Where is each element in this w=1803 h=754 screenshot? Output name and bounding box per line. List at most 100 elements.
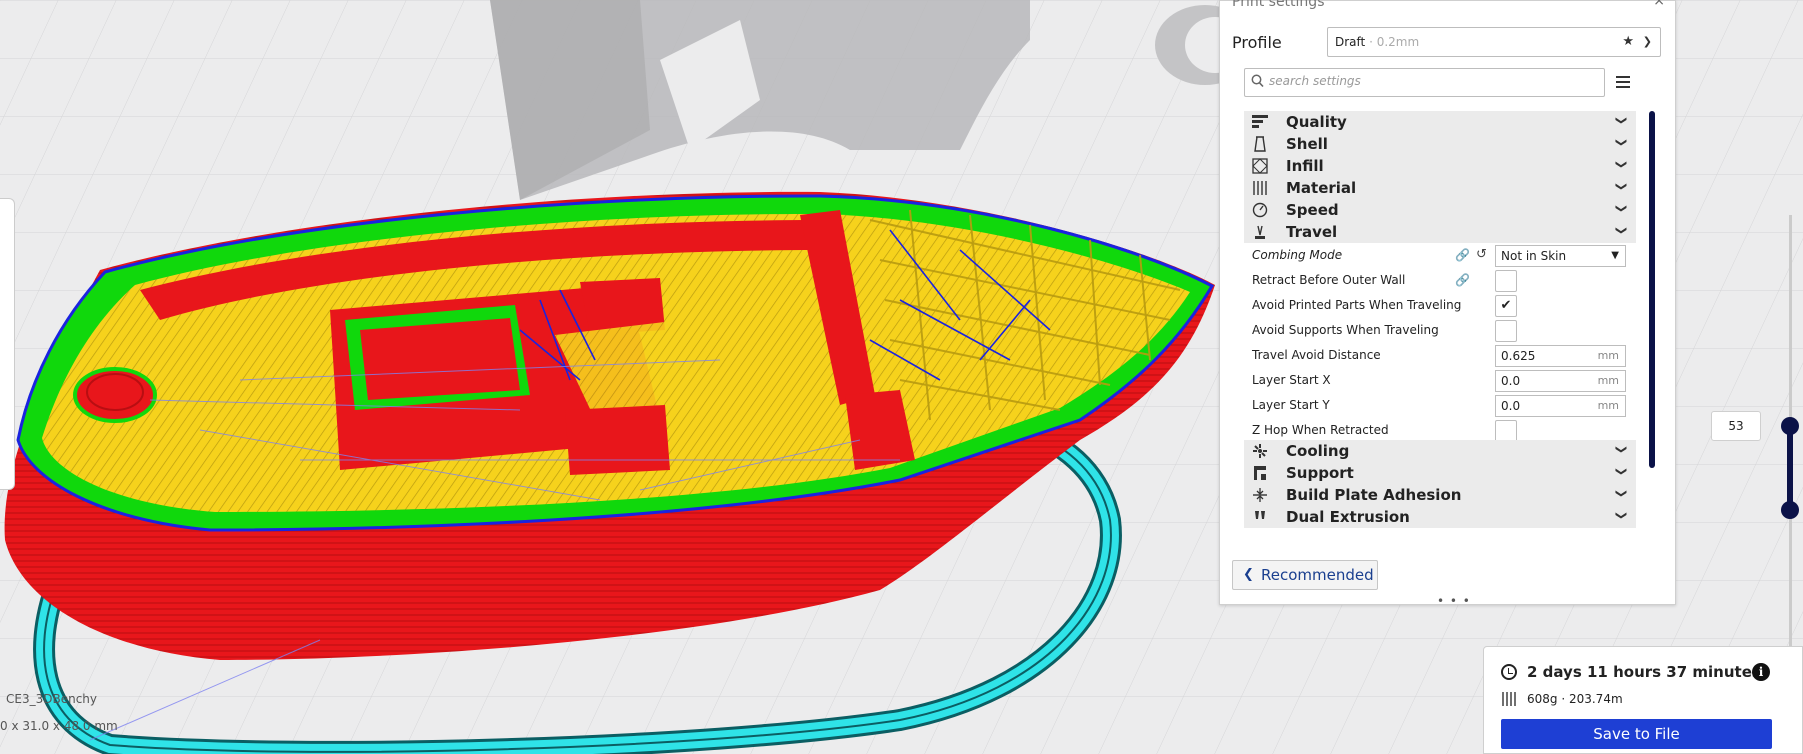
category-support[interactable]: Support ❯: [1244, 462, 1636, 484]
category-label: Support: [1286, 464, 1354, 482]
recommended-button[interactable]: ❮ Recommended: [1232, 560, 1378, 590]
setting-label: Layer Start X: [1252, 373, 1331, 387]
settings-list[interactable]: Quality ❯ Shell ❯ Infill ❯ Material ❯ Speed ❯ Trav…: [1244, 111, 1636, 544]
chevron-down-icon: ❯: [1614, 225, 1628, 236]
setting-label: Layer Start Y: [1252, 398, 1330, 412]
layer-slider-range: [1787, 426, 1793, 510]
search-icon: [1251, 74, 1264, 88]
input-value: 0.0: [1501, 399, 1521, 413]
layer-slider-bottom-handle[interactable]: [1781, 501, 1799, 519]
category-label: Shell: [1286, 135, 1328, 153]
setting-combing-mode: Combing Mode 🔗 ↺ Not in Skin ▼: [1244, 243, 1636, 268]
panel-title: Print settings: [1232, 0, 1325, 10]
speed-icon: [1252, 202, 1268, 218]
material-icon: [1252, 180, 1268, 196]
link-icon[interactable]: 🔗: [1455, 273, 1470, 287]
panel-resize-handle[interactable]: • • •: [1437, 594, 1471, 608]
search-settings[interactable]: [1244, 68, 1605, 97]
setting-number-input[interactable]: 0.625 mm: [1495, 345, 1626, 367]
chevron-down-icon: ❯: [1614, 203, 1628, 214]
infill-icon: [1252, 158, 1268, 174]
category-shell[interactable]: Shell ❯: [1244, 133, 1636, 155]
category-dual-extrusion[interactable]: Dual Extrusion ❯: [1244, 506, 1636, 528]
setting-label: Z Hop When Retracted: [1252, 423, 1389, 437]
dropdown-value: Not in Skin: [1501, 249, 1567, 263]
settings-menu-icon[interactable]: [1616, 76, 1630, 91]
print-time: 2 days 11 hours 37 minutes: [1527, 663, 1761, 681]
category-label: Dual Extrusion: [1286, 508, 1410, 526]
setting-retract-before-outer-wall: Retract Before Outer Wall 🔗: [1244, 268, 1636, 293]
category-infill[interactable]: Infill ❯: [1244, 155, 1636, 177]
setting-number-input[interactable]: 0.0 mm: [1495, 395, 1626, 417]
clock-icon: [1501, 664, 1517, 680]
left-toolbar[interactable]: [0, 198, 15, 490]
search-input[interactable]: [1267, 73, 1591, 89]
category-quality[interactable]: Quality ❯: [1244, 111, 1636, 133]
setting-checkbox[interactable]: [1495, 320, 1517, 342]
setting-checkbox[interactable]: [1495, 270, 1517, 292]
category-material[interactable]: Material ❯: [1244, 177, 1636, 199]
category-label: Travel: [1286, 223, 1338, 241]
dual-extrusion-icon: [1252, 509, 1268, 525]
unit-label: mm: [1597, 399, 1619, 412]
info-icon[interactable]: i: [1752, 663, 1770, 681]
support-icon: [1252, 465, 1268, 481]
chevron-down-icon: ❯: [1642, 35, 1652, 48]
profile-value: Draft: [1335, 35, 1366, 49]
category-label: Cooling: [1286, 442, 1350, 460]
profile-select[interactable]: Draft · 0.2mm ★ ❯: [1327, 27, 1661, 57]
object-name: CE3_3DBenchy: [6, 692, 97, 706]
setting-label: Retract Before Outer Wall: [1252, 273, 1406, 287]
layer-number-field[interactable]: 53: [1711, 411, 1761, 441]
layer-slider-top-handle[interactable]: [1781, 417, 1799, 435]
chevron-down-icon: ❯: [1614, 466, 1628, 477]
chevron-down-icon: ❯: [1614, 510, 1628, 521]
cooling-icon: [1252, 443, 1268, 459]
setting-label: Avoid Printed Parts When Traveling: [1252, 298, 1462, 312]
adhesion-icon: [1252, 487, 1268, 503]
category-travel[interactable]: Travel ❯: [1244, 221, 1636, 243]
recommended-label: Recommended: [1261, 566, 1374, 584]
setting-number-input[interactable]: 0.0 mm: [1495, 370, 1626, 392]
chevron-down-icon: ❯: [1614, 444, 1628, 455]
setting-avoid-supports-when-traveling: Avoid Supports When Traveling: [1244, 318, 1636, 343]
category-label: Speed: [1286, 201, 1339, 219]
input-value: 0.0: [1501, 374, 1521, 388]
setting-label: Travel Avoid Distance: [1252, 348, 1381, 362]
category-label: Build Plate Adhesion: [1286, 486, 1462, 504]
star-icon[interactable]: ★: [1622, 28, 1634, 56]
category-cooling[interactable]: Cooling ❯: [1244, 440, 1636, 462]
chevron-down-icon: ❯: [1614, 159, 1628, 170]
chevron-down-icon: ❯: [1614, 115, 1628, 126]
save-to-file-button[interactable]: Save to File: [1501, 719, 1772, 749]
shell-icon: [1252, 136, 1268, 152]
print-estimate-panel: 2 days 11 hours 37 minutes i 608g · 203.…: [1483, 646, 1803, 754]
setting-dropdown[interactable]: Not in Skin ▼: [1495, 245, 1626, 267]
input-value: 0.625: [1501, 349, 1536, 363]
category-speed[interactable]: Speed ❯: [1244, 199, 1636, 221]
category-label: Material: [1286, 179, 1357, 197]
setting-label: Avoid Supports When Traveling: [1252, 323, 1439, 337]
chevron-left-icon: ❮: [1243, 567, 1254, 582]
unit-label: mm: [1597, 374, 1619, 387]
setting-travel-avoid-distance: Travel Avoid Distance 0.625 mm: [1244, 343, 1636, 368]
object-dimensions: 0 x 31.0 x 48.0 mm: [0, 719, 118, 733]
setting-layer-start-y: Layer Start Y 0.0 mm: [1244, 393, 1636, 418]
settings-scrollbar[interactable]: [1649, 111, 1655, 468]
setting-checkbox[interactable]: [1495, 420, 1517, 442]
close-icon[interactable]: ×: [1653, 0, 1665, 9]
reset-icon[interactable]: ↺: [1476, 247, 1487, 262]
material-usage: 608g · 203.74m: [1527, 692, 1623, 706]
setting-checkbox[interactable]: ✔: [1495, 295, 1517, 317]
chevron-down-icon: ▼: [1611, 250, 1619, 261]
chevron-down-icon: ❯: [1614, 137, 1628, 148]
print-settings-panel: Print settings × Profile Draft · 0.2mm ★…: [1219, 0, 1676, 608]
link-icon[interactable]: 🔗: [1455, 248, 1470, 262]
chevron-down-icon: ❯: [1614, 488, 1628, 499]
category-build-plate-adhesion[interactable]: Build Plate Adhesion ❯: [1244, 484, 1636, 506]
chevron-down-icon: ❯: [1614, 181, 1628, 192]
profile-layer-height: · 0.2mm: [1365, 35, 1420, 49]
setting-layer-start-x: Layer Start X 0.0 mm: [1244, 368, 1636, 393]
filament-icon: [1502, 692, 1516, 706]
setting-label: Combing Mode: [1252, 248, 1343, 262]
